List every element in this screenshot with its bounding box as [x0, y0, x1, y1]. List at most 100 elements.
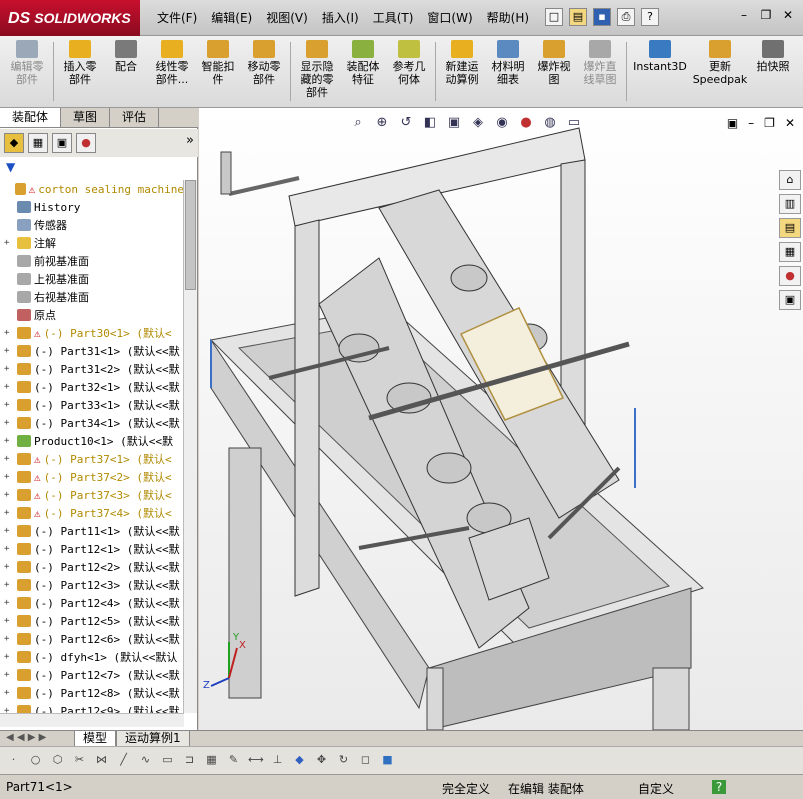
custom-properties-icon[interactable]: ▣: [779, 290, 801, 310]
expand-toggle-icon[interactable]: +: [4, 526, 14, 536]
toolbar-button[interactable]: 装配体 特征: [340, 36, 386, 108]
toolbar-button[interactable]: 显示隐 藏的零 部件: [294, 36, 340, 108]
expand-toggle-icon[interactable]: +: [4, 346, 14, 356]
tree-item[interactable]: + (-) Part12<6> (默认<<默: [0, 630, 184, 648]
tree-item[interactable]: + (-) Part12<4> (默认<<默: [0, 594, 184, 612]
toolbar-button[interactable]: 新建运 动算例: [439, 36, 485, 108]
expand-toggle-icon[interactable]: +: [4, 544, 14, 554]
circle-icon[interactable]: ○: [28, 752, 43, 767]
tab-sketch[interactable]: 草图: [61, 108, 111, 127]
expand-toggle-icon[interactable]: +: [4, 328, 14, 338]
filter-icon[interactable]: ▼: [6, 160, 15, 174]
menu-file[interactable]: 文件(F): [150, 10, 204, 26]
tree-item[interactable]: + (-) Part12<1> (默认<<默: [0, 540, 184, 558]
appearances-scenes-icon[interactable]: ●: [779, 266, 801, 286]
tree-item[interactable]: + (-) Part33<1> (默认<<默: [0, 396, 184, 414]
rectangle-icon[interactable]: ▭: [160, 752, 175, 767]
tree-item[interactable]: 右视基准面: [0, 288, 184, 306]
toolbar-button[interactable]: 更新 Speedpak: [690, 36, 750, 108]
tree-item[interactable]: + (-) Part12<2> (默认<<默: [0, 558, 184, 576]
tree-item[interactable]: 传感器: [0, 216, 184, 234]
cube-icon[interactable]: ◻: [358, 752, 373, 767]
expand-toggle-icon[interactable]: +: [4, 508, 14, 518]
new-document-icon[interactable]: □: [545, 8, 563, 26]
home-icon[interactable]: ⌂: [779, 170, 801, 190]
help-question-icon[interactable]: ?: [641, 8, 659, 26]
tree-item[interactable]: 上视基准面: [0, 270, 184, 288]
expand-toggle-icon[interactable]: +: [4, 364, 14, 374]
restore-icon[interactable]: ❐: [759, 8, 773, 22]
expand-toggle-icon[interactable]: +: [4, 616, 14, 626]
toolbar-button[interactable]: Instant3D: [630, 36, 690, 108]
menu-help[interactable]: 帮助(H): [480, 10, 536, 26]
tree-item[interactable]: + ⚠ (-) Part30<1> (默认<: [0, 324, 184, 342]
graphics-viewport[interactable]: ⌕ ⊕ ↺ ◧ ▣ ◈ ◉ ● ◍ ▭ ▣ – ❐ ✕ X Y Z ⌂ ▥ ▤ …: [199, 108, 803, 730]
open-folder-icon[interactable]: ▤: [569, 8, 587, 26]
toolbar-button[interactable]: 线性零 部件...: [149, 36, 195, 108]
expand-toggle-icon[interactable]: +: [4, 652, 14, 662]
view-palette-icon[interactable]: ▦: [779, 242, 801, 262]
tree-item[interactable]: + (-) Part34<1> (默认<<默: [0, 414, 184, 432]
expand-toggle-icon[interactable]: +: [4, 472, 14, 482]
toolbar-button[interactable]: 爆炸直 线草图: [577, 36, 623, 108]
toolbar-button[interactable]: 拍快照: [750, 36, 796, 108]
relation-icon[interactable]: ⊥: [270, 752, 285, 767]
tree-item[interactable]: History: [0, 198, 184, 216]
expand-toggle-icon[interactable]: +: [4, 580, 14, 590]
menu-window[interactable]: 窗口(W): [420, 10, 479, 26]
tree-item[interactable]: + (-) Part31<2> (默认<<默: [0, 360, 184, 378]
tree-item[interactable]: ⚠ corton sealing machine: [0, 180, 184, 198]
status-help-icon[interactable]: ?: [712, 780, 726, 794]
close-icon[interactable]: ✕: [781, 8, 795, 22]
horizontal-scrollbar[interactable]: [0, 713, 184, 727]
expand-toggle-icon[interactable]: +: [4, 598, 14, 608]
expand-toggle-icon[interactable]: +: [4, 706, 14, 713]
tree-item[interactable]: + (-) Part31<1> (默认<<默: [0, 342, 184, 360]
tree-item[interactable]: + (-) Part11<1> (默认<<默: [0, 522, 184, 540]
save-icon[interactable]: ▪: [593, 8, 611, 26]
line-icon[interactable]: ╱: [116, 752, 131, 767]
toolbar-button[interactable]: 智能扣 件: [195, 36, 241, 108]
tree-item[interactable]: + 注解: [0, 234, 184, 252]
tab-evaluate[interactable]: 评估: [110, 108, 160, 127]
trim-icon[interactable]: ✂: [72, 752, 87, 767]
toolbar-button[interactable]: 插入零 部件: [57, 36, 103, 108]
tree-item[interactable]: + (-) Part12<9> (默认<<默: [0, 702, 184, 713]
tree-item[interactable]: + (-) Part12<8> (默认<<默: [0, 684, 184, 702]
toolbar-button[interactable]: 配合: [103, 36, 149, 108]
chevron-right-icon[interactable]: »: [186, 133, 194, 153]
assembly-model[interactable]: X Y Z: [199, 108, 803, 730]
configuration-manager-icon[interactable]: ▣: [52, 133, 72, 153]
tree-item[interactable]: + (-) Part12<5> (默认<<默: [0, 612, 184, 630]
expand-toggle-icon[interactable]: +: [4, 436, 14, 446]
expand-toggle-icon[interactable]: +: [4, 670, 14, 680]
sketch-icon[interactable]: ✎: [226, 752, 241, 767]
tree-item[interactable]: 前视基准面: [0, 252, 184, 270]
menu-edit[interactable]: 编辑(E): [204, 10, 259, 26]
spline-icon[interactable]: ∿: [138, 752, 153, 767]
tab-motion-study[interactable]: 运动算例1: [116, 731, 190, 747]
tree-item[interactable]: + Product10<1> (默认<<默: [0, 432, 184, 450]
mirror-icon[interactable]: ⋈: [94, 752, 109, 767]
expand-toggle-icon[interactable]: +: [4, 490, 14, 500]
expand-toggle-icon[interactable]: +: [4, 688, 14, 698]
file-explorer-icon[interactable]: ▤: [779, 218, 801, 238]
print-icon[interactable]: ⎙: [617, 8, 635, 26]
expand-toggle-icon[interactable]: +: [4, 562, 14, 572]
tab-scroll-arrows[interactable]: ◀ ◀ ▶ ▶: [6, 732, 46, 743]
tree-item[interactable]: + (-) Part32<1> (默认<<默: [0, 378, 184, 396]
tree-item[interactable]: 原点: [0, 306, 184, 324]
expand-toggle-icon[interactable]: +: [4, 454, 14, 464]
rotate-icon[interactable]: ↻: [336, 752, 351, 767]
menu-tools[interactable]: 工具(T): [366, 10, 421, 26]
expand-toggle-icon[interactable]: +: [4, 418, 14, 428]
feature-tree-icon[interactable]: ◆: [4, 133, 24, 153]
appearance-icon[interactable]: ●: [76, 133, 96, 153]
point-icon[interactable]: ·: [6, 752, 21, 767]
minimize-icon[interactable]: –: [737, 8, 751, 22]
block-icon[interactable]: ◆: [292, 752, 307, 767]
expand-toggle-icon[interactable]: +: [4, 400, 14, 410]
tree-item[interactable]: + ⚠ (-) Part37<2> (默认<: [0, 468, 184, 486]
toolbar-button[interactable]: 爆炸视 图: [531, 36, 577, 108]
toolbar-button[interactable]: 参考几 何体: [386, 36, 432, 108]
